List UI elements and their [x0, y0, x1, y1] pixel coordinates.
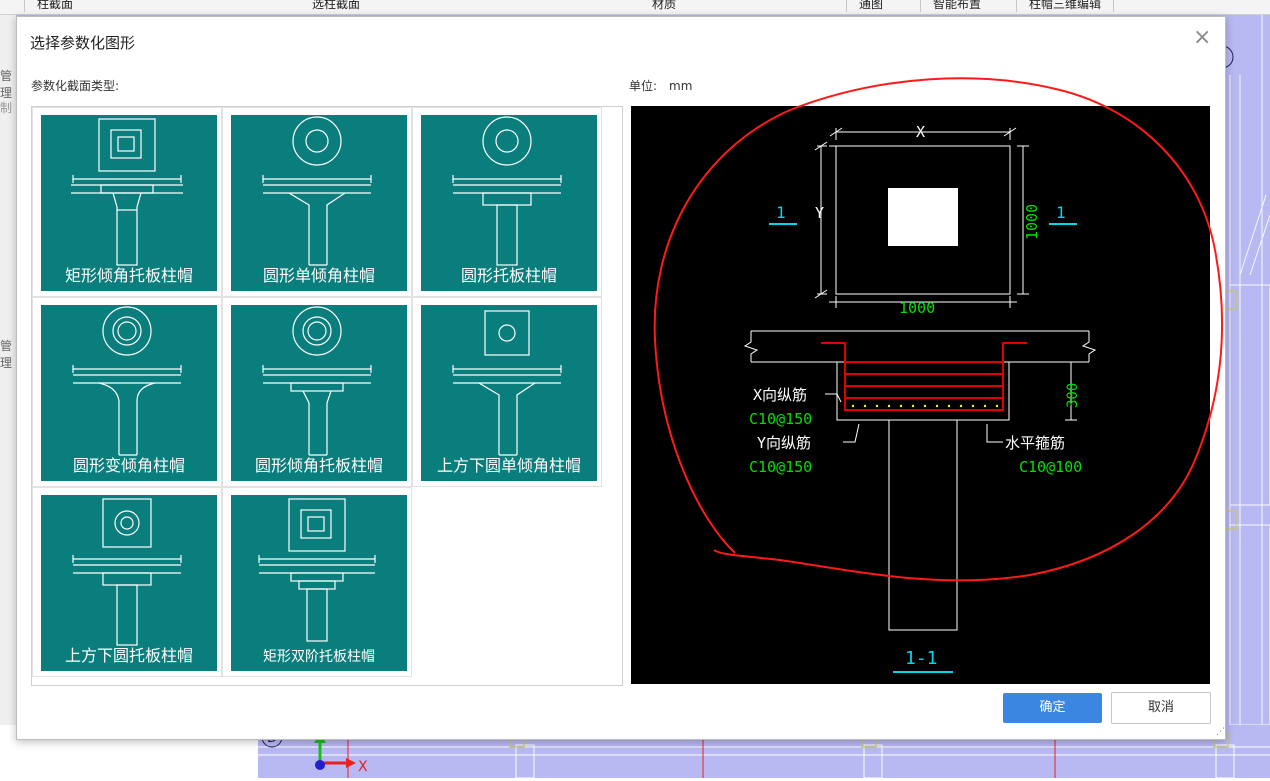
toolbar-item[interactable]: 材质 [640, 0, 688, 12]
background-toolbar: 柱截面 选柱截面 材质 通图 智能布置 柱帽三维编辑 [0, 0, 1270, 15]
dim-x-label: X [916, 123, 925, 141]
toolbar-item[interactable]: 柱帽三维编辑 [1016, 0, 1115, 12]
shape-label: 上方下圆单倾角柱帽 [436, 456, 581, 475]
section-type-label: 参数化截面类型: [31, 79, 120, 93]
rect-sloped-slab-cap-icon: 矩形倾角托板柱帽 [41, 115, 217, 291]
shape-item[interactable]: 圆形倾角托板柱帽 [222, 297, 412, 487]
section-mark-right: 1 [1056, 203, 1066, 222]
y-rebar-value: C10@150 [749, 458, 812, 476]
unit-caption: 单位: [629, 79, 658, 93]
background-left-panel: 管理 制 管理 [0, 15, 16, 778]
shape-label: 上方下圆托板柱帽 [64, 646, 193, 665]
toolbar-item[interactable]: 通图 [846, 0, 895, 12]
toolbar-item[interactable]: 柱截面 [24, 0, 85, 12]
shape-item[interactable]: 上方下圆单倾角柱帽 [412, 297, 602, 487]
stirrup-label: 水平箍筋 [1005, 434, 1065, 452]
circle-sloped-slab-cap-icon: 圆形倾角托板柱帽 [231, 305, 407, 481]
shape-label: 矩形双阶托板柱帽 [263, 649, 375, 665]
shape-label: 圆形变倾角柱帽 [72, 456, 185, 475]
shape-label: 圆形单倾角柱帽 [262, 266, 375, 285]
shape-label: 圆形托板柱帽 [460, 266, 557, 285]
ok-button[interactable]: 确定 [1003, 693, 1102, 723]
shape-grid-scrollbar[interactable] [622, 107, 623, 685]
square-circle-slab-cap-icon: 上方下圆托板柱帽 [41, 495, 217, 671]
dim-slab-label: 300 [1065, 383, 1081, 408]
shape-item[interactable]: 矩形双阶托板柱帽 [222, 487, 412, 677]
shape-preview-drawing: X Y 1000 1000 1 1 300 X向纵筋 C10@150 Y向纵筋 … [631, 106, 1210, 684]
stirrup-value: C10@100 [1019, 458, 1082, 476]
square-circle-single-slope-cap-icon: 上方下圆单倾角柱帽 [421, 305, 597, 481]
x-rebar-label: X向纵筋 [753, 386, 807, 404]
toolbar-item[interactable]: 选柱截面 [300, 0, 372, 12]
left-tab[interactable]: 制 [0, 99, 12, 116]
shape-label: 圆形倾角托板柱帽 [254, 456, 383, 475]
dim-y-label: Y [815, 204, 824, 222]
y-rebar-label: Y向纵筋 [757, 434, 811, 452]
shape-item[interactable]: 圆形变倾角柱帽 [32, 297, 222, 487]
x-rebar-value: C10@150 [749, 410, 812, 428]
cancel-button[interactable]: 取消 [1111, 692, 1211, 724]
left-tab[interactable]: 管理 [0, 337, 16, 371]
dim-width-label: 1000 [899, 299, 935, 317]
section-title: 1-1 [905, 648, 938, 669]
x-axis-label: X [358, 759, 368, 775]
dim-height-label: 1000 [1023, 204, 1041, 240]
shape-label: 矩形倾角托板柱帽 [64, 266, 193, 285]
dialog-title: 选择参数化图形 [30, 34, 136, 52]
select-parametric-shape-dialog: 选择参数化图形 × 参数化截面类型: 单位: mm 矩形倾角托板柱帽 圆形单倾角… [16, 16, 1226, 740]
close-icon[interactable]: × [1193, 27, 1211, 49]
shape-item[interactable]: 矩形倾角托板柱帽 [32, 107, 222, 297]
shape-item[interactable]: 圆形托板柱帽 [412, 107, 602, 297]
shape-item[interactable]: 上方下圆托板柱帽 [32, 487, 222, 677]
circle-slab-cap-icon: 圆形托板柱帽 [421, 115, 597, 291]
left-tab[interactable]: 管理 [0, 67, 16, 101]
toolbar-item[interactable]: 智能布置 [920, 0, 993, 12]
section-mark-left: 1 [776, 203, 786, 222]
unit-value: mm [669, 79, 693, 93]
column-plan-rect [888, 188, 958, 246]
resize-grip-icon[interactable]: ⋰ [1216, 727, 1225, 737]
circle-variable-slope-cap-icon: 圆形变倾角柱帽 [41, 305, 217, 481]
shape-item[interactable]: 圆形单倾角柱帽 [222, 107, 412, 297]
circle-single-slope-cap-icon: 圆形单倾角柱帽 [231, 115, 407, 291]
rect-double-step-slab-cap-icon: 矩形双阶托板柱帽 [231, 495, 407, 671]
unit-label: 单位: mm [629, 77, 692, 94]
shape-type-grid: 矩形倾角托板柱帽 圆形单倾角柱帽 圆形托板柱帽 圆形变倾角柱帽 圆形倾角托板柱帽… [31, 106, 623, 686]
